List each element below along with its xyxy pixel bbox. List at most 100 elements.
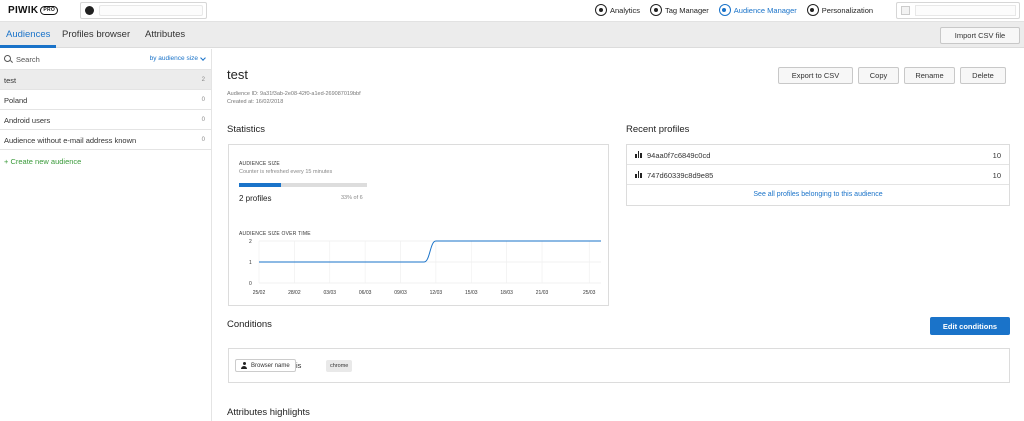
progress-fill xyxy=(239,183,282,187)
audience-detail: test Audience ID: 9a31f3ab-2e08-42f0-a1e… xyxy=(212,49,1024,421)
active-tab-indicator xyxy=(0,45,56,48)
x-tick-label: 21/03 xyxy=(536,290,549,296)
x-tick-label: 12/03 xyxy=(430,290,443,296)
module-label: Tag Manager xyxy=(665,5,709,15)
profile-id: 94aa0f7c6849c0cd xyxy=(647,151,711,160)
x-tick-label: 28/02 xyxy=(288,290,301,296)
audience-size-label: AUDIENCE SIZE xyxy=(239,161,280,167)
analytics-icon xyxy=(595,4,607,16)
module-analytics[interactable]: Analytics xyxy=(595,4,640,16)
tag-manager-icon xyxy=(650,4,663,16)
rename-button[interactable]: Rename xyxy=(904,67,955,84)
audience-name: test xyxy=(4,76,17,85)
percent-of-total: 33% of 6 xyxy=(341,195,363,201)
tab-audiences[interactable]: Audiences xyxy=(6,29,50,40)
statistics-card: AUDIENCE SIZE Counter is refreshed every… xyxy=(228,144,609,306)
x-tick-label: 09/03 xyxy=(394,290,407,296)
x-tick-label: 25/03 xyxy=(583,290,596,296)
condition-value: chrome xyxy=(326,360,353,372)
audience-count: 0 xyxy=(201,117,205,123)
list-item[interactable]: test 2 xyxy=(0,70,211,90)
list-item[interactable]: Poland 0 xyxy=(0,90,211,110)
piwik-logo[interactable]: PIWIK PRO xyxy=(8,5,59,16)
audience-id: Audience ID: 9a31f3ab-2e08-42f0-a1ed-269… xyxy=(227,91,361,97)
audience-manager-icon xyxy=(718,4,731,16)
audience-count: 0 xyxy=(201,137,205,143)
conditions-card: Browser name is chrome xyxy=(228,348,1010,383)
profile-id: 747d60339c8d9e85 xyxy=(647,171,714,180)
profile-value: 10 xyxy=(992,171,1001,180)
chevron-down-icon xyxy=(200,54,206,61)
module-label: Audience Manager xyxy=(733,5,797,15)
tab-attributes[interactable]: Attributes xyxy=(145,29,185,40)
import-csv-button[interactable]: Import CSV file xyxy=(940,27,1020,44)
website-selector-field[interactable] xyxy=(99,5,203,16)
y-tick-label: 1 xyxy=(249,260,252,266)
condition-attribute[interactable]: Browser name xyxy=(235,359,296,372)
top-bar: PIWIK PRO Analytics Tag Manager Audience… xyxy=(0,0,1024,22)
audience-name: Android users xyxy=(4,116,51,125)
sort-dropdown[interactable]: by audience size xyxy=(149,54,206,62)
y-tick-label: 2 xyxy=(249,239,252,245)
sub-navigation: Audiences Profiles browser Attributes xyxy=(0,22,1024,48)
page-title: test xyxy=(227,67,248,82)
table-row[interactable]: 747d60339c8d9e85 10 xyxy=(627,165,1009,185)
list-item[interactable]: Audience without e-mail address known 0 xyxy=(0,130,211,150)
x-tick-label: 25/02 xyxy=(253,290,266,296)
condition-attribute-label: Browser name xyxy=(251,362,290,369)
person-icon xyxy=(241,362,247,369)
logo-pro-badge: PRO xyxy=(40,6,59,15)
website-selector[interactable] xyxy=(80,2,207,19)
created-at: Created at: 16/02/2018 xyxy=(227,99,284,105)
audience-count: 0 xyxy=(201,97,205,103)
search-input[interactable] xyxy=(16,53,116,66)
conditions-title: Conditions xyxy=(227,319,272,330)
module-label: Personalization xyxy=(821,5,874,15)
list-item[interactable]: Android users 0 xyxy=(0,110,211,130)
bar-chart-icon xyxy=(635,151,642,158)
audience-list: test 2 Poland 0 Android users 0 Audience… xyxy=(0,70,211,150)
audience-size-progress xyxy=(239,183,367,187)
module-personalization[interactable]: Personalization xyxy=(806,4,874,16)
avatar-icon xyxy=(901,6,910,15)
search-icon xyxy=(4,55,11,62)
audience-sidebar: by audience size test 2 Poland 0 Android… xyxy=(0,49,212,421)
user-menu[interactable] xyxy=(896,2,1020,19)
refresh-note: Counter is refreshed every 15 minutes xyxy=(239,169,333,175)
bar-chart-icon xyxy=(635,171,642,178)
x-tick-label: 06/03 xyxy=(359,290,372,296)
statistics-title: Statistics xyxy=(227,124,266,135)
audience-size-chart: 0 1 2 25/02 28/02 03/03 06/03 09/03 12/03 15/03 18… xyxy=(249,239,601,296)
audience-name: Poland xyxy=(4,96,28,105)
see-all-profiles-link[interactable]: See all profiles belonging to this audie… xyxy=(627,191,1009,198)
export-csv-button[interactable]: Export to CSV xyxy=(778,67,853,84)
module-switcher: Analytics Tag Manager Audience Manager P… xyxy=(595,4,873,16)
logo-text: PIWIK xyxy=(8,5,39,16)
module-label: Analytics xyxy=(610,5,641,15)
audience-count: 2 xyxy=(201,77,205,83)
attributes-highlights-title: Attributes highlights xyxy=(227,407,310,418)
recent-profiles-title: Recent profiles xyxy=(626,124,690,135)
edit-conditions-button[interactable]: Edit conditions xyxy=(930,317,1010,335)
copy-button[interactable]: Copy xyxy=(858,67,899,84)
search-row: by audience size xyxy=(0,49,211,70)
audience-actions: Export to CSV Copy Rename Delete xyxy=(778,67,1006,84)
user-name-field xyxy=(915,5,1016,16)
personalization-icon xyxy=(806,4,819,16)
series-line xyxy=(259,240,601,263)
table-row[interactable]: 94aa0f7c6849c0cd 10 xyxy=(627,145,1009,165)
profile-value: 10 xyxy=(992,151,1001,160)
x-tick-label: 15/03 xyxy=(465,290,478,296)
y-tick-label: 0 xyxy=(249,281,252,287)
globe-icon xyxy=(85,6,94,15)
module-tag-manager[interactable]: Tag Manager xyxy=(650,4,709,16)
recent-profiles-card: 94aa0f7c6849c0cd 10 747d60339c8d9e85 10 … xyxy=(626,144,1010,206)
create-audience-link[interactable]: + Create new audience xyxy=(4,157,81,166)
delete-button[interactable]: Delete xyxy=(960,67,1006,84)
x-tick-label: 03/03 xyxy=(324,290,337,296)
sort-label: by audience size xyxy=(149,55,198,62)
profiles-count: 2 profiles xyxy=(239,194,272,203)
module-audience-manager[interactable]: Audience Manager xyxy=(718,4,797,16)
audience-name: Audience without e-mail address known xyxy=(4,136,137,145)
tab-profiles-browser[interactable]: Profiles browser xyxy=(62,29,130,40)
